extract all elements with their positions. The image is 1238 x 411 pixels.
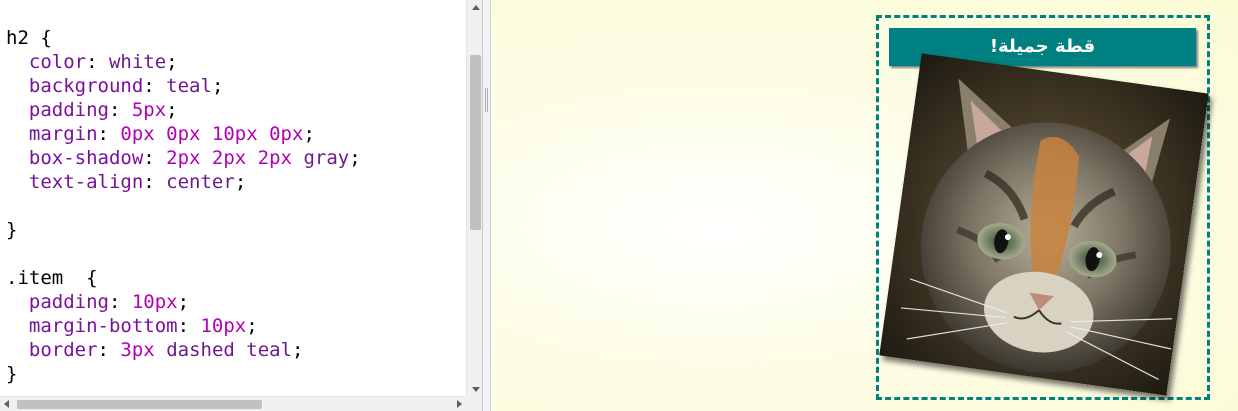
horizontal-scroll-thumb[interactable] (17, 400, 262, 409)
code-token: : (143, 147, 167, 169)
preview-pane: قطة جميلة! (492, 0, 1238, 411)
splitter-grip-icon[interactable] (485, 88, 488, 112)
code-token: white (108, 51, 167, 73)
code-token: text-align (6, 171, 144, 193)
kitten-photo (879, 53, 1209, 396)
scrollbar-corner (466, 396, 482, 411)
code-token: center (166, 171, 235, 193)
code-line[interactable]: h2 { (6, 26, 361, 50)
code-token: ; (211, 75, 224, 97)
code-line[interactable] (6, 242, 361, 266)
code-token: } (6, 219, 18, 241)
code-token: color (6, 51, 87, 73)
code-line[interactable]: margin: 0px 0px 10px 0px; (6, 122, 361, 146)
code-token: ; (177, 291, 190, 313)
code-line[interactable]: background: teal; (6, 74, 361, 98)
code-token: .item { (6, 267, 98, 289)
scroll-down-icon[interactable] (472, 387, 480, 392)
kitten-photo-icon (879, 53, 1209, 396)
code-token: 2px 2px 2px (166, 147, 293, 169)
code-token: h2 { (6, 27, 52, 49)
code-line[interactable]: } (6, 362, 361, 386)
code-line[interactable]: margin-bottom: 10px; (6, 314, 361, 338)
code-token: : (86, 51, 109, 73)
code-token: ; (303, 123, 315, 145)
code-token: : (143, 171, 167, 193)
code-line[interactable]: padding: 5px; (6, 98, 361, 122)
code-token: : (177, 315, 201, 337)
code-token: : (108, 99, 132, 121)
code-token: box-shadow (6, 147, 144, 169)
code-token: 5px (131, 99, 167, 121)
horizontal-scrollbar[interactable] (0, 396, 466, 411)
scroll-up-icon[interactable] (472, 5, 480, 10)
code-line[interactable] (6, 194, 361, 218)
scroll-left-icon[interactable] (4, 400, 9, 408)
css-code-editor[interactable]: h2 { color: white; background: teal; pad… (0, 0, 483, 411)
code-token: : (97, 339, 121, 361)
code-token: 10px (200, 315, 247, 337)
code-token: border (6, 339, 98, 361)
code-token: padding (6, 291, 109, 313)
code-line[interactable]: .item { (6, 266, 361, 290)
code-line[interactable]: padding: 10px; (6, 290, 361, 314)
code-token: ; (166, 99, 178, 121)
code-token: gray (303, 147, 350, 169)
code-line[interactable]: box-shadow: 2px 2px 2px gray; (6, 146, 361, 170)
code-token: padding (6, 99, 109, 121)
code-token: ; (166, 51, 178, 73)
code-token: background (6, 75, 144, 97)
code-token: 10px (131, 291, 178, 313)
code-token: : (143, 75, 167, 97)
code-token: : (97, 123, 121, 145)
code-token: teal (166, 75, 212, 97)
item-box: قطة جميلة! (876, 15, 1210, 400)
code-line[interactable]: text-align: center; (6, 170, 361, 194)
code-token: margin (6, 123, 98, 145)
code-line[interactable]: border: 3px dashed teal; (6, 338, 361, 362)
code-token: ; (246, 315, 258, 337)
code-token: 3px (120, 339, 155, 361)
code-line[interactable]: } (6, 218, 361, 242)
code-token: 0px 0px 10px 0px (120, 123, 304, 145)
code-token: ; (234, 171, 247, 193)
code-token: } (6, 363, 18, 385)
code-token: margin-bottom (6, 315, 178, 337)
vertical-scrollbar[interactable] (466, 0, 482, 396)
code-token: : (108, 291, 132, 313)
code-line[interactable]: color: white; (6, 50, 361, 74)
scroll-right-icon[interactable] (457, 400, 462, 408)
code-area[interactable]: h2 { color: white; background: teal; pad… (6, 26, 361, 386)
pane-splitter[interactable] (483, 0, 491, 411)
code-token: dashed teal (166, 339, 293, 361)
code-token: ; (349, 147, 361, 169)
vertical-scroll-thumb[interactable] (470, 55, 481, 230)
code-token: ; (292, 339, 304, 361)
